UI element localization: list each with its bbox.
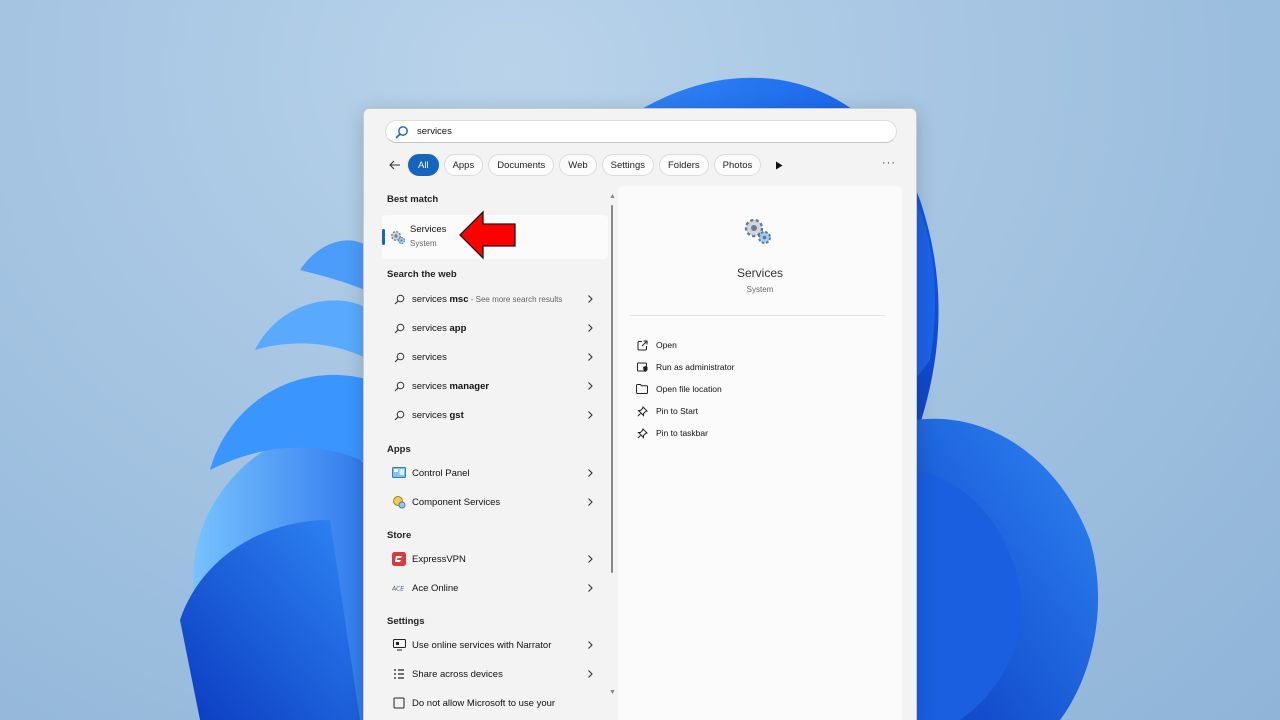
web-result-label: services msc - See more search results [412,293,563,305]
chevron-right-icon [588,469,593,477]
search-icon [391,407,407,423]
search-icon [391,320,407,336]
more-filters-play-icon[interactable] [768,154,790,176]
chevron-right-icon [588,295,593,303]
chevron-right-icon [588,353,593,361]
chevron-right-icon [588,555,593,563]
settings-result-narrator[interactable]: Use online services with Narrator [382,632,608,658]
settings-result-label: Share across devices [412,668,503,680]
scroll-up-icon[interactable]: ▲ [609,193,616,200]
divider [630,315,886,316]
filter-chip-documents[interactable]: Documents [488,154,555,176]
services-gear-icon [744,218,771,244]
search-icon [391,291,407,307]
chevron-right-icon [588,324,593,332]
filter-chip-apps[interactable]: Apps [443,154,484,176]
results-list: Best match Services System Search the we… [380,189,608,720]
apps-heading: Apps [387,444,411,455]
scroll-down-icon[interactable]: ▼ [609,689,616,696]
expressvpn-icon [391,551,407,567]
best-match-title: Services [410,224,447,235]
preview-subtitle: System [746,285,774,294]
filter-chip-web[interactable]: Web [559,154,597,176]
store-result-label: Ace Online [412,582,459,594]
action-label: Pin to Start [656,406,699,416]
narrator-icon [391,637,407,653]
pin-icon [636,427,648,439]
settings-result-label: Use online services with Narrator [412,639,552,651]
web-result-item[interactable]: services app [382,315,608,341]
web-result-item[interactable]: services manager [382,373,608,399]
chevron-right-icon [588,411,593,419]
component-services-icon [391,494,407,510]
search-panel: All Apps Documents Web Settings Folders … [363,108,917,720]
more-options-button[interactable]: ··· [882,157,896,169]
selection-indicator [382,229,385,245]
red-arrow-annotation [459,210,516,260]
best-match-subtitle: System [410,239,437,248]
settings-result-share-devices[interactable]: Share across devices [382,661,608,687]
store-heading: Store [387,530,412,541]
chevron-right-icon [588,382,593,390]
filter-bar: All Apps Documents Web Settings Folders … [386,153,906,177]
ace-online-icon: ACE [391,580,407,596]
search-icon [391,349,407,365]
action-label: Open file location [656,384,722,394]
settings-result-label: Do not allow Microsoft to use your [412,697,556,709]
svg-text:ACE: ACE [392,586,404,593]
app-result-control-panel[interactable]: Control Panel [382,460,608,486]
settings-heading: Settings [387,616,425,627]
web-result-item[interactable]: services gst [382,402,608,428]
preview-title: Services [736,266,783,280]
web-result-label: services app [412,322,467,334]
best-match-heading: Best match [387,194,439,205]
results-scrollbar[interactable]: ▲ ▼ [609,193,616,697]
chevron-right-icon [588,641,593,649]
search-icon [395,125,408,138]
web-result-item[interactable]: services [382,344,608,370]
chevron-right-icon [588,584,593,592]
action-open[interactable]: Open [636,336,677,354]
shield-icon [636,361,648,373]
search-input[interactable] [417,126,837,137]
share-devices-icon [391,666,407,682]
search-web-heading: Search the web [387,269,457,280]
settings-result-privacy[interactable]: Do not allow Microsoft to use your [382,690,608,716]
web-result-label: services gst [412,409,464,421]
open-icon [636,339,648,351]
action-pin-to-taskbar[interactable]: Pin to taskbar [636,424,708,442]
action-run-as-admin[interactable]: Run as administrator [636,358,734,376]
filter-chip-settings[interactable]: Settings [601,154,654,176]
store-result-ace-online[interactable]: ACE Ace Online [382,575,608,601]
store-result-label: ExpressVPN [412,553,466,565]
privacy-icon [391,695,407,711]
preview-pane: Services System Open Run as administrato… [618,186,902,720]
action-label: Run as administrator [656,362,735,372]
filter-chip-photos[interactable]: Photos [713,154,762,176]
search-box[interactable] [385,120,897,143]
action-label: Pin to taskbar [656,428,708,438]
web-result-label: services manager [412,380,490,392]
web-result-item[interactable]: services msc - See more search results [382,286,608,312]
chevron-right-icon [588,498,593,506]
folder-icon [636,383,648,395]
chevron-right-icon [588,670,593,678]
app-result-component-services[interactable]: Component Services [382,489,608,515]
action-pin-to-start[interactable]: Pin to Start [636,402,698,420]
services-gear-icon [390,230,406,245]
search-icon [391,378,407,394]
app-result-label: Component Services [412,496,501,508]
back-arrow-icon[interactable] [386,156,404,174]
action-open-file-location[interactable]: Open file location [636,380,722,398]
control-panel-icon [391,465,407,481]
pin-icon [636,405,648,417]
filter-chip-folders[interactable]: Folders [658,154,709,176]
filter-chip-all[interactable]: All [408,154,439,176]
action-label: Open [656,340,677,350]
app-result-label: Control Panel [412,467,470,479]
store-result-expressvpn[interactable]: ExpressVPN [382,546,608,572]
web-result-label: services [412,351,447,363]
scrollbar-thumb[interactable] [611,205,613,573]
